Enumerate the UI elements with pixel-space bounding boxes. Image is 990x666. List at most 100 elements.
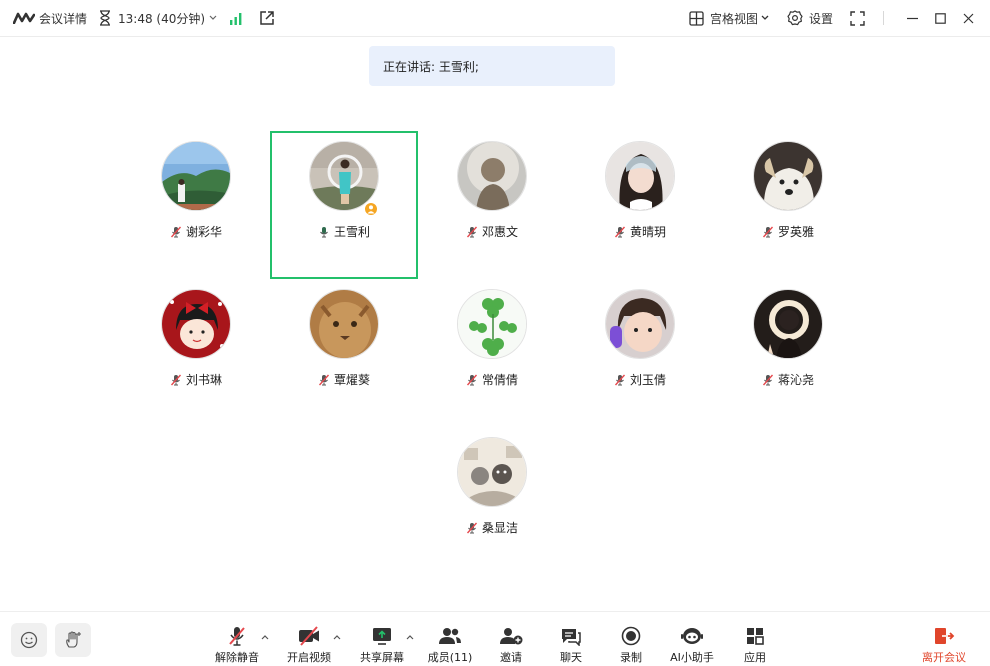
mic-muted-icon [466, 522, 478, 534]
exit-icon [933, 626, 955, 646]
participant-tile[interactable]: 蒋沁尧 [714, 279, 862, 427]
emoji-button[interactable] [11, 623, 47, 657]
avatar [457, 289, 527, 359]
participant-name: 蒋沁尧 [777, 373, 814, 387]
maximize-icon[interactable] [928, 12, 952, 24]
record-button[interactable]: 录制 [599, 625, 663, 665]
avatar [457, 141, 527, 211]
chat-button[interactable]: 聊天 [539, 625, 603, 665]
audio-options-chevron-icon[interactable] [260, 632, 270, 642]
fullscreen-icon[interactable] [850, 10, 865, 26]
mic-muted-icon [170, 226, 182, 238]
share-screen-label: 共享屏幕 [360, 651, 404, 664]
chat-icon [560, 626, 582, 646]
apps-button[interactable]: 应用 [723, 625, 787, 665]
participant-tile[interactable]: 桑显洁 [418, 427, 566, 575]
unmute-button[interactable]: 解除静音 [205, 625, 269, 665]
ai-assistant-label: AI小助手 [670, 651, 714, 664]
mic-muted-icon [466, 374, 478, 386]
record-label: 录制 [620, 651, 642, 664]
avatar [753, 141, 823, 211]
participant-name: 罗英雅 [777, 225, 814, 239]
mic-muted-icon [318, 374, 330, 386]
settings-label: 设置 [808, 11, 833, 26]
participant-tile[interactable]: 刘玉倩 [566, 279, 714, 427]
camera-off-icon [297, 625, 321, 647]
mic-muted-icon [466, 226, 478, 238]
smiley-icon [20, 631, 38, 649]
participant-name: 覃燿葵 [333, 373, 370, 387]
settings-button[interactable]: 设置 [787, 0, 833, 36]
participant-name: 刘书琳 [185, 373, 222, 387]
participant-name: 王雪利 [333, 225, 370, 239]
record-icon [621, 626, 641, 646]
chat-label: 聊天 [560, 651, 582, 664]
participant-name: 邓惠文 [481, 225, 518, 239]
meeting-timer[interactable]: 13:48 (40分钟) [99, 0, 217, 36]
participant-tile[interactable]: 常倩倩 [418, 279, 566, 427]
participant-tile[interactable]: 刘书琳 [122, 279, 270, 427]
mic-muted-icon [226, 625, 248, 647]
gear-icon [787, 10, 803, 26]
view-mode-label: 宫格视图 [709, 11, 758, 26]
mic-muted-icon [762, 226, 774, 238]
mic-muted-icon [170, 374, 182, 386]
ai-assistant-button[interactable]: AI小助手 [660, 625, 724, 665]
participant-name: 桑显洁 [481, 521, 518, 535]
leave-meeting-button[interactable]: 离开会议 [912, 625, 976, 665]
participant-name: 黄晴玥 [629, 225, 666, 239]
mic-muted-icon [614, 226, 626, 238]
divider [883, 11, 884, 25]
participant-tile[interactable]: 覃燿葵 [270, 279, 418, 427]
participant-name: 刘玉倩 [629, 373, 666, 387]
grid-view-icon [689, 10, 704, 26]
members-label: 成员(11) [427, 651, 473, 664]
avatar [605, 141, 675, 211]
minimize-icon[interactable] [900, 13, 924, 24]
chevron-down-icon [761, 15, 769, 21]
participant-tile[interactable]: 罗英雅 [714, 131, 862, 279]
timer-label: 13:48 (40分钟) [118, 11, 206, 26]
raise-hand-button[interactable] [55, 623, 91, 657]
avatar [753, 289, 823, 359]
apps-label: 应用 [744, 651, 766, 664]
meeting-details-label: 会议详情 [39, 11, 88, 26]
avatar [161, 289, 231, 359]
invite-label: 邀请 [500, 651, 522, 664]
raise-hand-icon [63, 630, 83, 650]
mic-active-icon [318, 226, 330, 238]
meeting-details-button[interactable]: 会议详情 [13, 0, 87, 36]
share-screen-button[interactable]: 共享屏幕 [350, 625, 414, 665]
external-window-icon[interactable] [259, 10, 275, 26]
participant-tile[interactable]: 谢彩华 [122, 131, 270, 279]
start-video-label: 开启视频 [287, 651, 331, 664]
close-icon[interactable] [956, 13, 980, 24]
chevron-down-icon [209, 15, 217, 21]
signal-strength-icon[interactable] [229, 12, 243, 25]
leave-meeting-label: 离开会议 [922, 651, 966, 664]
robot-icon [680, 626, 704, 646]
start-video-button[interactable]: 开启视频 [277, 625, 341, 665]
apps-grid-icon [745, 626, 765, 646]
share-screen-icon [371, 626, 393, 646]
meeting-window: 会议详情 13:48 (40分钟) 宫格视图 设置 正在讲话: 王雪利; 谢彩华… [0, 0, 990, 666]
participant-tile[interactable]: 邓惠文 [418, 131, 566, 279]
members-icon [438, 626, 462, 646]
host-badge-icon [363, 201, 379, 217]
video-options-chevron-icon[interactable] [332, 632, 342, 642]
top-bar: 会议详情 13:48 (40分钟) 宫格视图 设置 [0, 0, 990, 37]
mic-muted-icon [762, 374, 774, 386]
invite-button[interactable]: 邀请 [479, 625, 543, 665]
participant-tile-speaking[interactable]: 王雪利 [270, 131, 418, 279]
view-mode-button[interactable]: 宫格视图 [689, 0, 769, 36]
unmute-label: 解除静音 [215, 651, 259, 664]
invite-icon [499, 626, 523, 646]
speaking-indicator: 正在讲话: 王雪利; [369, 46, 615, 86]
participant-tile[interactable]: 黄晴玥 [566, 131, 714, 279]
avatar [605, 289, 675, 359]
bottom-toolbar: 解除静音 开启视频 共享屏幕 成员(11) 邀请 聊天 录制 AI小助手 应用 … [0, 611, 990, 666]
share-options-chevron-icon[interactable] [405, 632, 415, 642]
app-logo-icon [13, 12, 35, 24]
speaking-text: 正在讲话: 王雪利; [383, 59, 479, 74]
members-button[interactable]: 成员(11) [418, 625, 482, 665]
